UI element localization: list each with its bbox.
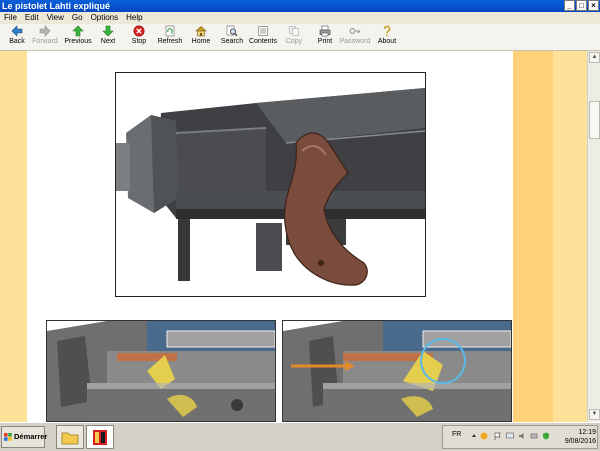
scroll-thumb[interactable] [589, 101, 600, 139]
print-icon [319, 25, 331, 37]
contents-button[interactable]: Contents [246, 25, 280, 49]
forward-arrow-icon [39, 25, 51, 37]
maximize-button[interactable]: □ [576, 0, 587, 11]
next-button[interactable]: Next [91, 25, 125, 49]
about-button[interactable]: About [370, 25, 404, 49]
scroll-up-arrow-icon[interactable]: ▲ [589, 52, 600, 63]
clock-date: 9/08/2016 [564, 438, 596, 445]
help-book-icon [93, 430, 107, 445]
mechanism-diagram-left-image [47, 321, 275, 421]
down-arrow-icon [102, 25, 114, 37]
search-button[interactable]: Search [215, 25, 249, 49]
tray-flag-icon[interactable] [494, 432, 502, 440]
refresh-button[interactable]: Refresh [153, 25, 187, 49]
window-controls: _ □ × [564, 0, 599, 12]
home-icon [195, 26, 207, 37]
minimize-button[interactable]: _ [564, 0, 575, 11]
stop-button[interactable]: Stop [122, 25, 156, 49]
right-color-band [513, 51, 553, 422]
print-button[interactable]: Print [308, 25, 342, 49]
vertical-scrollbar[interactable]: ▲ ▼ [587, 51, 600, 422]
menu-edit[interactable]: Edit [25, 13, 39, 22]
copy-button[interactable]: Copy [277, 25, 311, 49]
tray-network-icon[interactable] [480, 432, 488, 440]
start-label: Démarrer [14, 432, 48, 441]
menu-go[interactable]: Go [72, 13, 83, 22]
menu-view[interactable]: View [47, 13, 64, 22]
window-title: Le pistolet Lahti expliqué [2, 1, 111, 11]
password-button[interactable]: Password [338, 25, 372, 49]
copy-label: Copy [285, 38, 303, 45]
menu-help[interactable]: Help [126, 13, 142, 22]
close-button[interactable]: × [588, 0, 599, 11]
mechanism-diagram-left [46, 320, 276, 422]
refresh-icon [165, 25, 175, 37]
stop-label: Stop [131, 38, 147, 45]
system-clock[interactable]: 12:19 9/08/2016 [560, 428, 596, 446]
password-label: Password [339, 38, 371, 45]
about-icon [383, 25, 391, 37]
mechanism-diagram-right-image [283, 321, 511, 421]
back-arrow-icon [11, 25, 23, 37]
tray-speaker-icon[interactable] [518, 432, 526, 440]
forward-label: Forward [32, 38, 58, 45]
forward-button[interactable]: Forward [28, 25, 62, 49]
windows-flag-icon [4, 433, 12, 441]
refresh-label: Refresh [157, 38, 183, 45]
contents-icon [258, 26, 268, 36]
help-content-area [0, 51, 587, 422]
folder-icon [61, 432, 79, 445]
home-label: Home [191, 38, 211, 45]
stop-icon [133, 25, 145, 37]
pistol-photo-image [116, 73, 425, 296]
menu-file[interactable]: File [4, 13, 17, 22]
menu-options[interactable]: Options [91, 13, 119, 22]
previous-label: Previous [64, 38, 92, 45]
tray-display-icon[interactable] [506, 432, 514, 440]
taskbar: Démarrer FR 12:19 9/08/2016 [0, 422, 600, 451]
search-icon [226, 25, 238, 37]
home-button[interactable]: Home [184, 25, 218, 49]
scroll-down-arrow-icon[interactable]: ▼ [589, 409, 600, 420]
previous-button[interactable]: Previous [61, 25, 95, 49]
tray-connection-icon[interactable] [530, 432, 538, 440]
taskbar-item-explorer[interactable] [56, 425, 84, 449]
menu-bar: File Edit View Go Options Help [0, 12, 600, 23]
language-indicator[interactable]: FR [452, 431, 461, 438]
contents-label: Contents [248, 38, 278, 45]
title-bar: Le pistolet Lahti expliqué _ □ × [0, 0, 600, 12]
copy-icon [289, 26, 299, 36]
pistol-photo [115, 72, 426, 297]
taskbar-item-help-viewer[interactable] [86, 425, 114, 449]
content-page [27, 51, 513, 422]
tray-shield-icon[interactable] [542, 432, 550, 440]
next-label: Next [100, 38, 116, 45]
about-label: About [377, 38, 397, 45]
key-icon [349, 28, 361, 34]
search-label: Search [220, 38, 244, 45]
tray-expand-icon[interactable] [470, 432, 478, 440]
print-label: Print [317, 38, 333, 45]
up-arrow-icon [72, 25, 84, 37]
clock-time: 12:19 [578, 429, 596, 436]
start-button[interactable]: Démarrer [1, 426, 48, 448]
mechanism-diagram-right [282, 320, 512, 422]
toolbar: Back Forward Previous Next Stop Refresh … [0, 24, 600, 51]
